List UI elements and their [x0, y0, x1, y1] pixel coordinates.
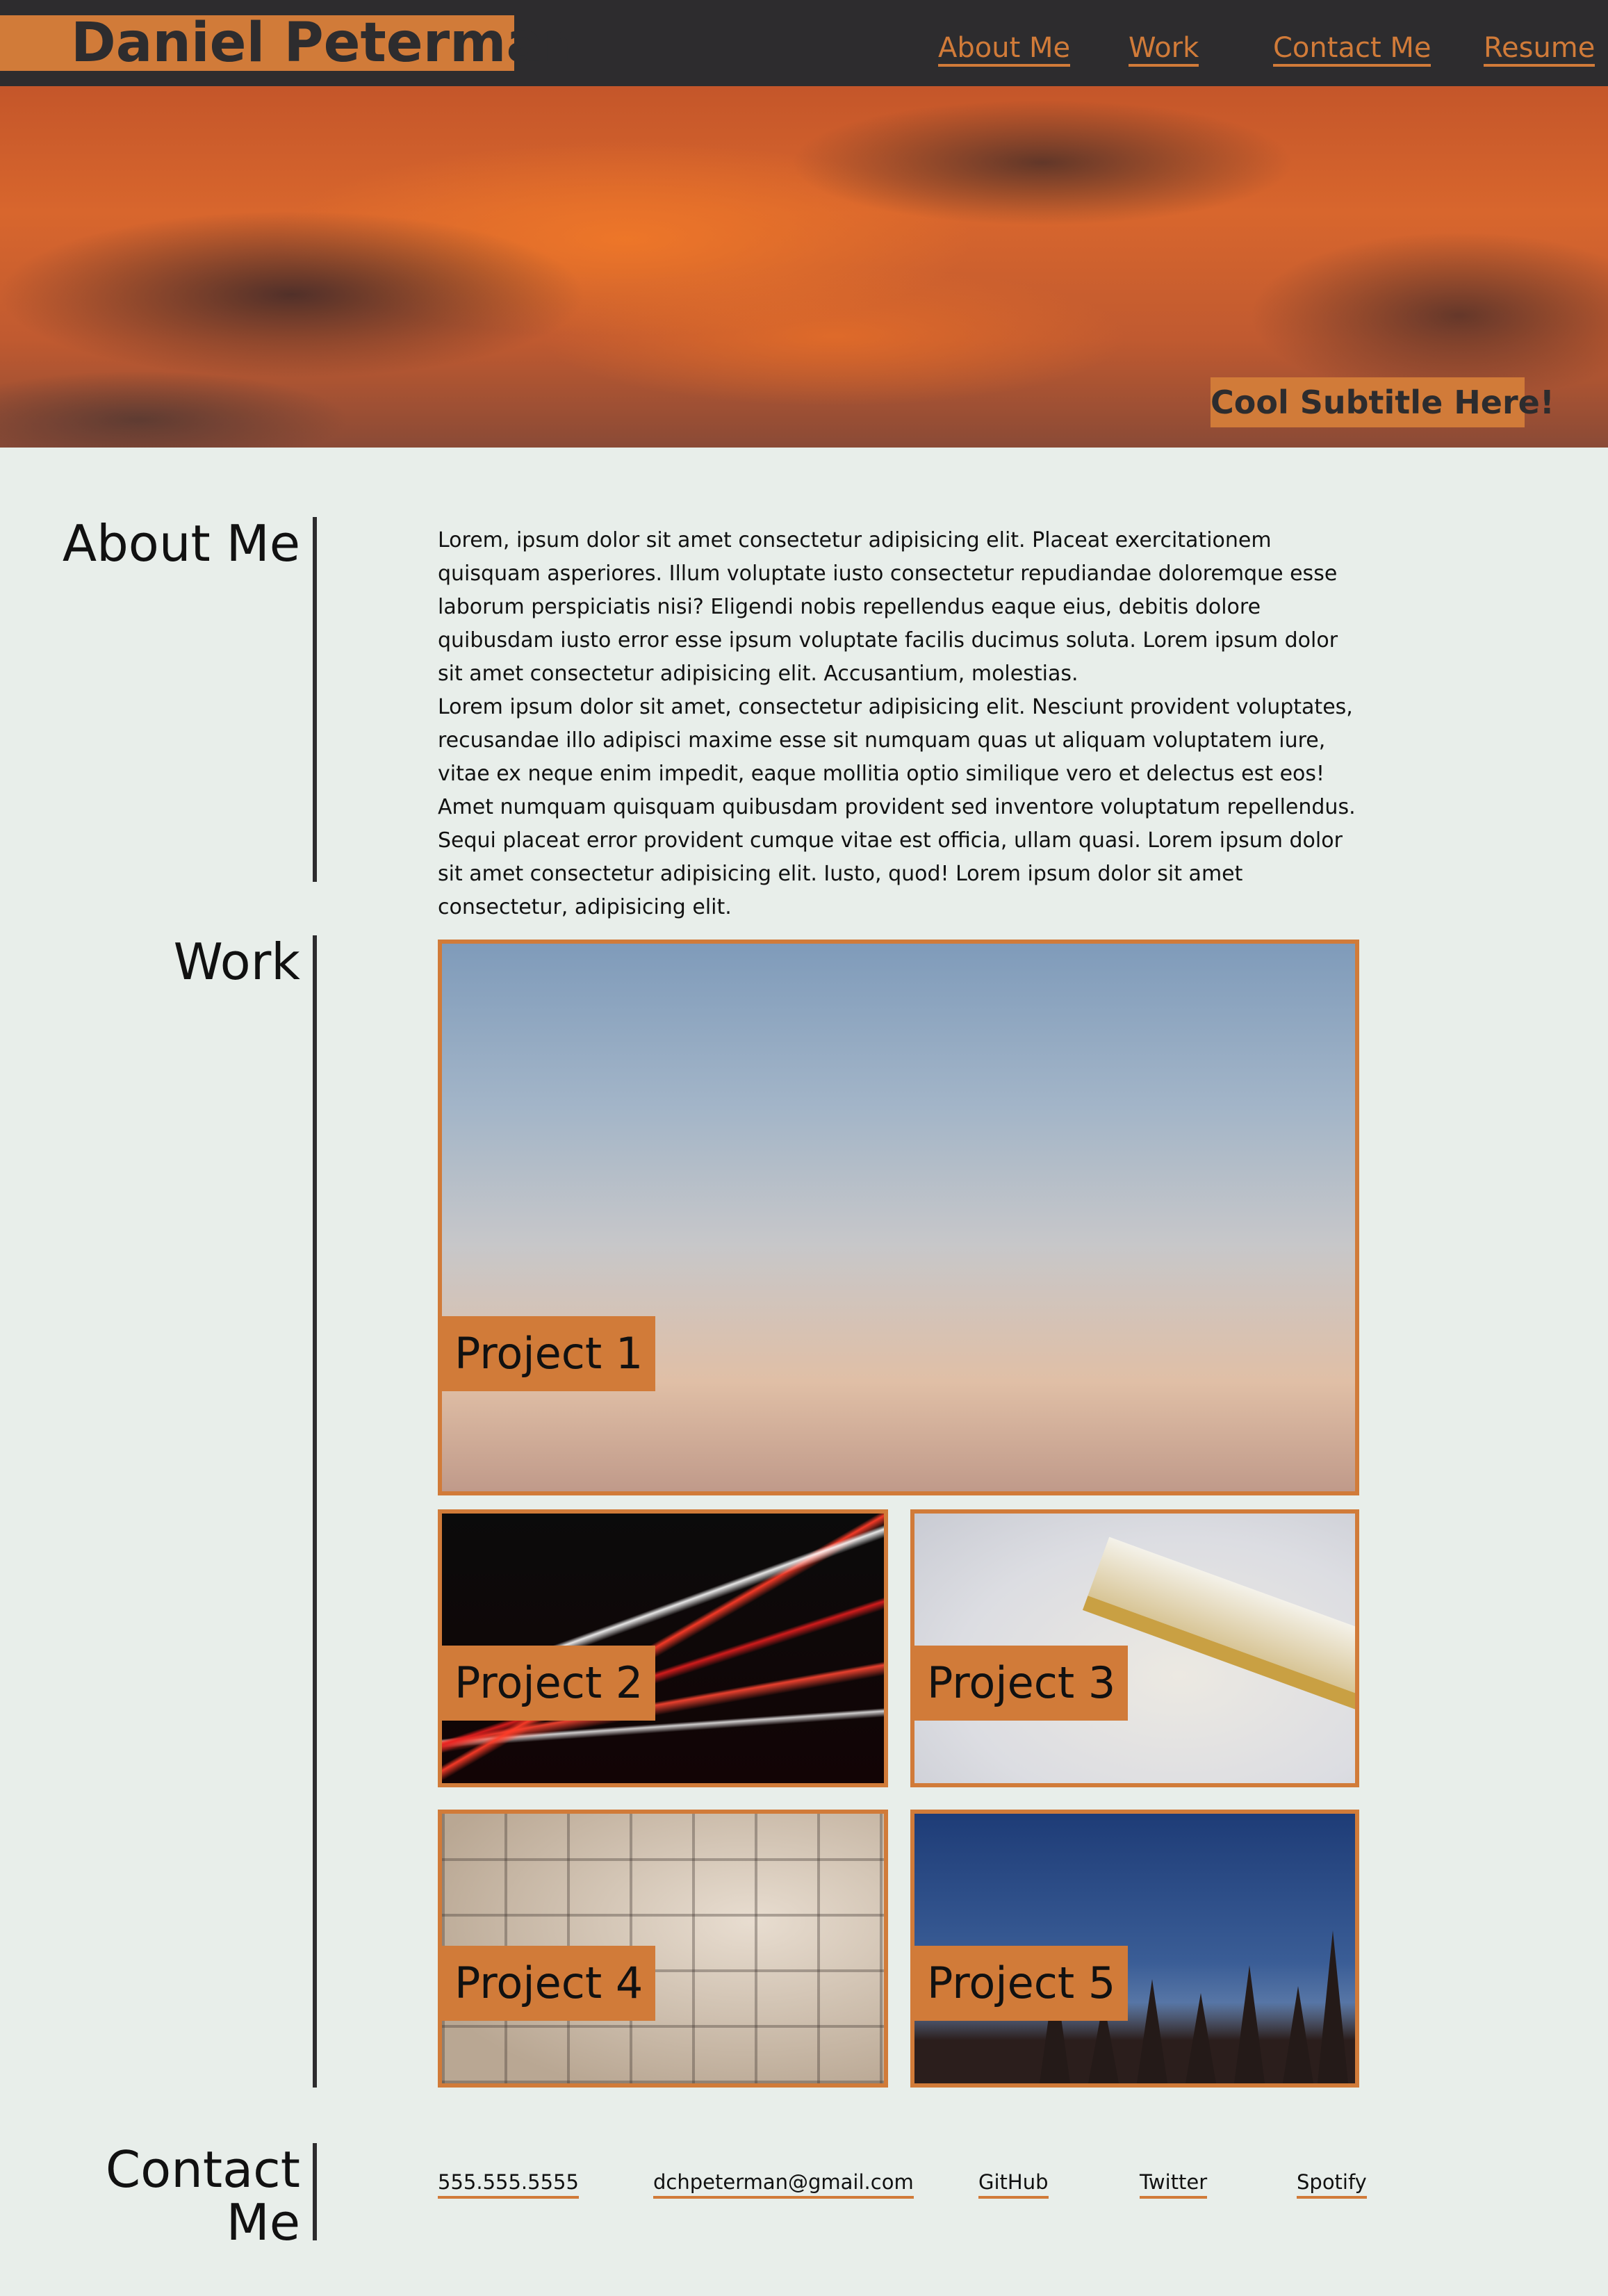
about-paragraph-2: Lorem ipsum dolor sit amet, consectetur … — [438, 695, 1356, 919]
nav-link-about-me[interactable]: About Me — [938, 32, 1071, 67]
contact-divider — [313, 2143, 317, 2240]
nav-link-work[interactable]: Work — [1129, 32, 1199, 67]
contact-spotify-link[interactable]: Spotify — [1297, 2168, 1367, 2199]
tree-silhouette — [1318, 1930, 1348, 2083]
tree-silhouette — [1186, 1993, 1216, 2083]
contact-github-link[interactable]: GitHub — [978, 2168, 1049, 2199]
project-card-2[interactable]: Project 2 — [438, 1509, 888, 1787]
site-brand[interactable]: Daniel Peterman — [0, 15, 582, 71]
contact-email-link[interactable]: dchpeterman@gmail.com — [653, 2168, 914, 2199]
about-heading: About Me — [62, 514, 300, 573]
contact-twitter-link[interactable]: Twitter — [1140, 2168, 1208, 2199]
project-card-3[interactable]: Project 3 — [910, 1509, 1359, 1787]
project-label: Project 4 — [442, 1946, 656, 2021]
tree-silhouette — [1283, 1986, 1313, 2083]
nav-link-resume[interactable]: Resume — [1484, 32, 1595, 67]
project-label: Project 2 — [442, 1646, 656, 1721]
work-heading: Work — [173, 933, 300, 991]
contact-heading-line1: Contact — [105, 2140, 300, 2199]
hero-subtitle: Cool Subtitle Here! — [1211, 377, 1554, 427]
contact-heading-line2: Me — [226, 2193, 300, 2252]
contact-phone-link[interactable]: 555.555.5555 — [438, 2168, 579, 2199]
project-label: Project 1 — [442, 1316, 656, 1391]
work-divider — [313, 935, 317, 2088]
about-paragraph-1: Lorem, ipsum dolor sit amet consectetur … — [438, 528, 1338, 686]
project-label: Project 3 — [914, 1646, 1129, 1721]
tree-silhouette — [1234, 1965, 1265, 2083]
project-card-4[interactable]: Project 4 — [438, 1810, 888, 2088]
about-divider — [313, 517, 317, 882]
contact-heading: Contact Me — [106, 2143, 300, 2249]
project-card-1[interactable]: Project 1 — [438, 940, 1359, 1495]
tree-silhouette — [1137, 1979, 1167, 2083]
project-label: Project 5 — [914, 1946, 1129, 2021]
nav-link-contact-me[interactable]: Contact Me — [1273, 32, 1431, 67]
project-card-5[interactable]: Project 5 — [910, 1810, 1359, 2088]
top-navigation-bar: Daniel Peterman About Me Work Contact Me… — [0, 0, 1608, 86]
